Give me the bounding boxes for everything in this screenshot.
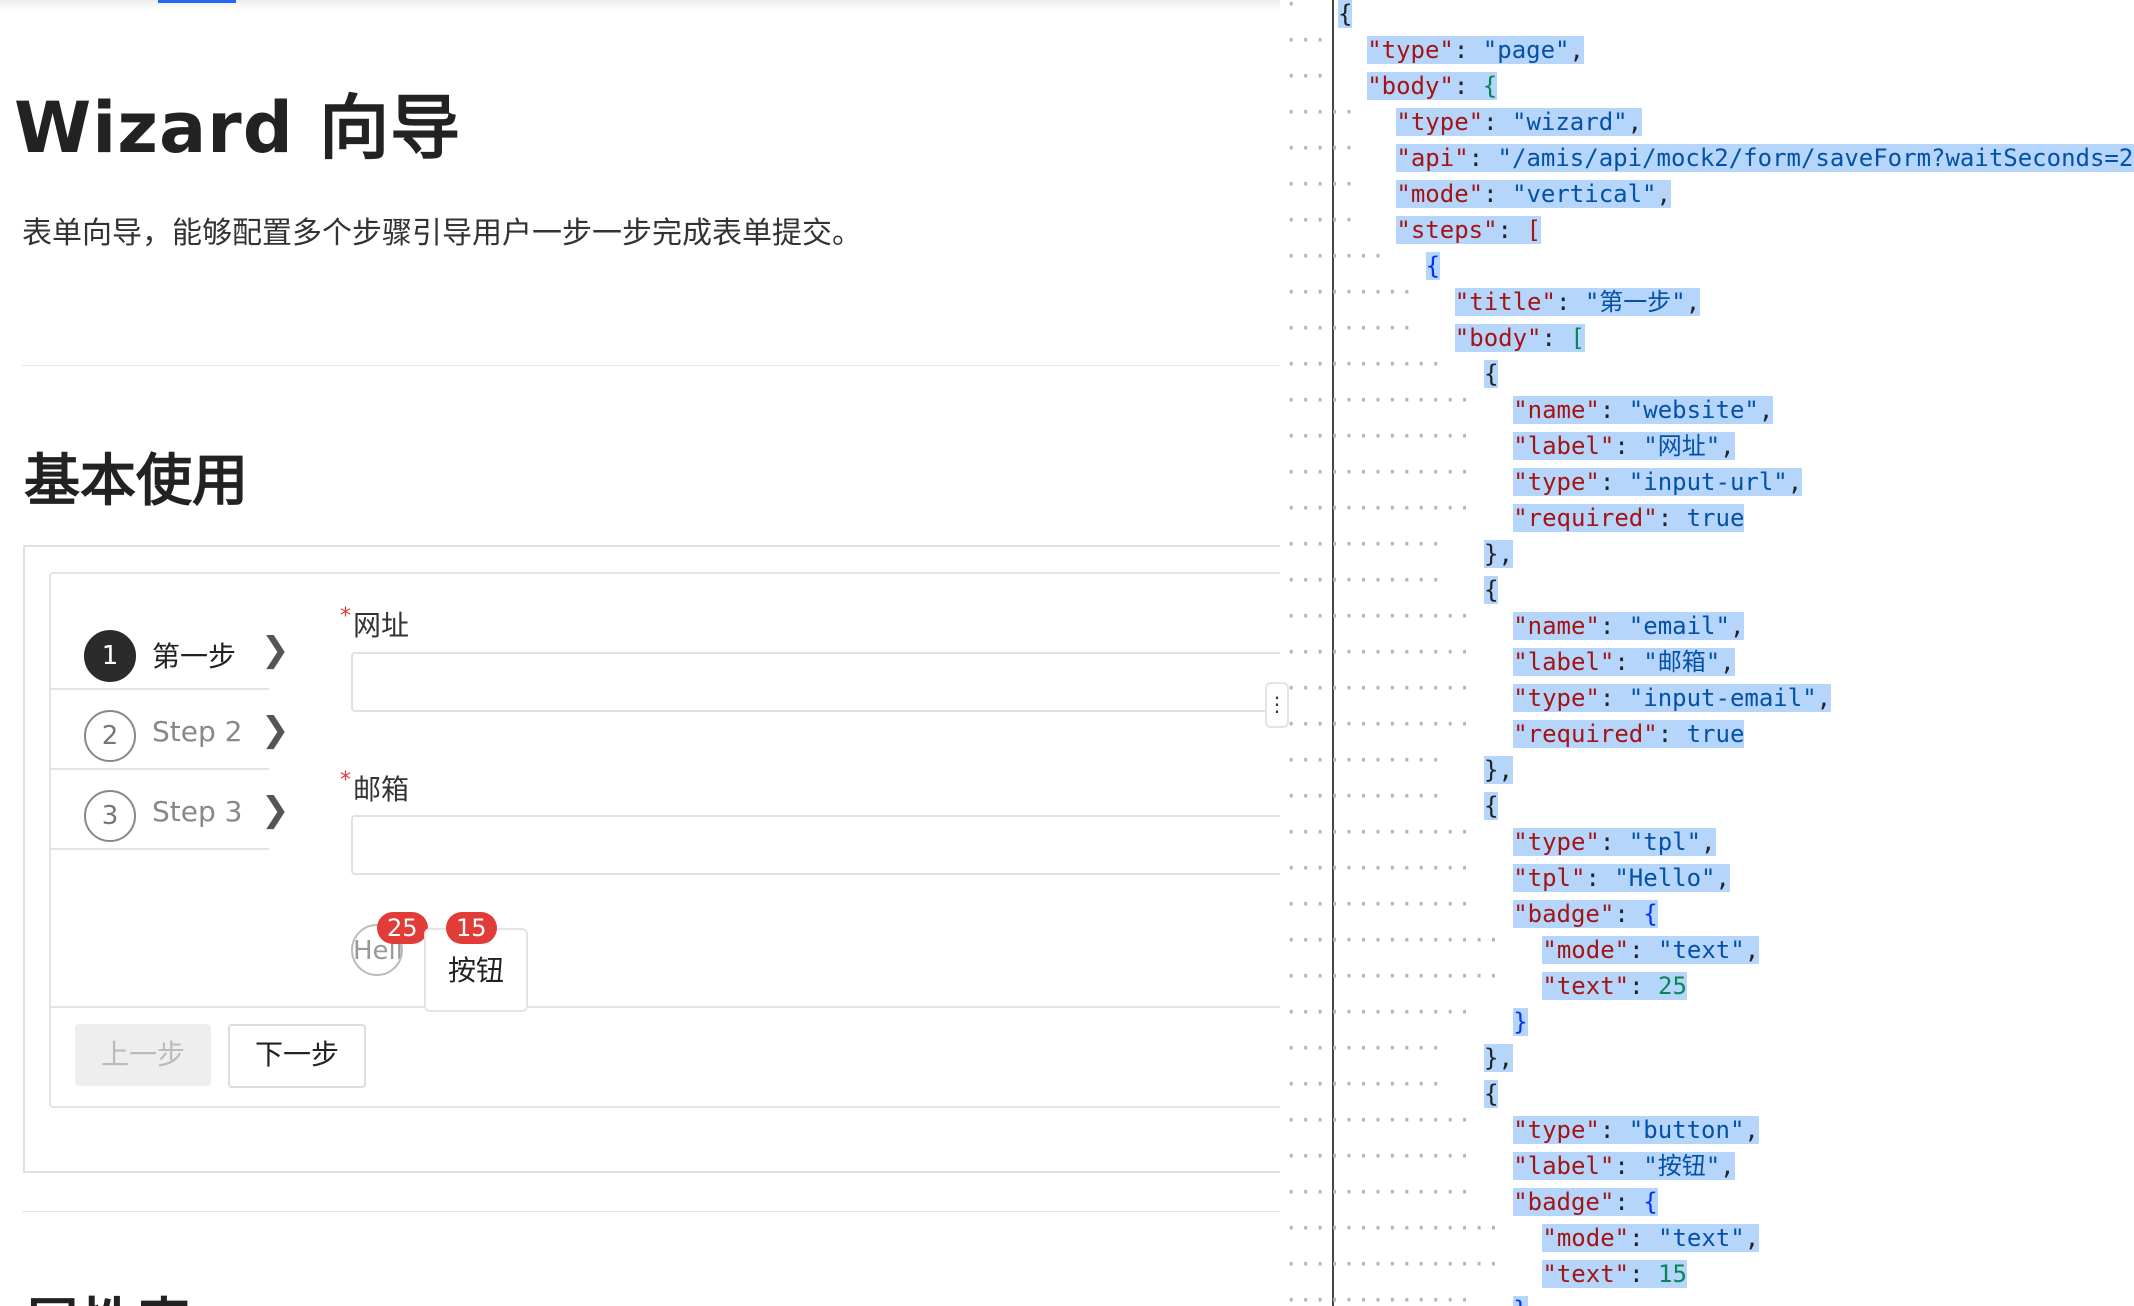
page-title: Wizard 向导 [14,87,462,169]
section-title: 基本使用 [24,449,248,514]
next-step-button[interactable]: 下一步 [228,1024,366,1088]
code-line: ····· "steps": [ [1284,206,1541,244]
code-line: ········· "title": "第一步", [1284,278,1701,316]
code-line: ············· "label": "网址", [1284,422,1735,460]
code-line: ··············· "text": 15 [1284,1250,1687,1288]
hello-badge: 25 [377,912,428,944]
code-line: ········· "body": [ [1284,314,1585,352]
wizard-step-1[interactable]: 1 第一步 ❯ [51,610,290,690]
page-description: 表单向导，能够配置多个步骤引导用户一步一步完成表单提交。 [22,216,862,251]
code-line: ···········}, [1284,746,1513,784]
code-line: ··············· "mode": "text", [1284,1214,1760,1252]
code-line: ············· "name": "website", [1284,386,1774,424]
code-line: ············· "required": true [1284,710,1745,748]
code-line: ··············· "mode": "text", [1284,926,1760,964]
code-editor[interactable]: ·{··· "type": "page", ··· "body": {····· "ty… [1280,0,2134,1306]
code-line: ·············} [1280,1282,1528,1306]
code-line: ············· "type": "button", [1284,1106,1759,1144]
active-nav-indicator [158,0,236,3]
step-label: Step 2 [152,715,243,748]
wizard-step-2[interactable]: 2 Step 2 ❯ [51,690,290,770]
code-line: ············· "badge": { [1284,1178,1658,1216]
step-number: 1 [84,630,136,682]
code-line: ···········}, [1284,1034,1513,1072]
pane-resize-handle[interactable]: ⋮ [1265,682,1289,728]
required-marker: * [340,768,351,793]
step-label: Step 3 [152,795,243,828]
code-line: ···········{ [1284,350,1499,388]
code-line: ···········{ [1284,1070,1499,1108]
code-line: ···········}, [1284,530,1513,568]
code-line: ·············} [1284,998,1528,1036]
website-input[interactable] [351,652,1280,712]
divider [22,365,1280,366]
email-label: *邮箱 [340,768,410,806]
website-label: *网址 [340,604,410,642]
step-number: 3 [84,790,136,842]
divider [22,1211,1280,1212]
code-line: ············· "type": "input-url", [1284,458,1803,496]
code-line: ············· "type": "input-email", [1284,674,1832,712]
prev-step-button[interactable]: 上一步 [75,1024,211,1086]
code-line: ············· "tpl": "Hello", [1284,854,1730,892]
code-line: ····· "api": "/amis/api/mock2/form/saveFo… [1280,130,2134,172]
code-line: ············· "type": "tpl", [1284,818,1716,856]
chevron-right-icon: ❯ [261,790,290,830]
code-line: ·{ [1284,0,1353,28]
wizard-footer-divider [51,1006,1280,1008]
code-line: ···········{ [1284,782,1499,820]
code-line: ··············· "text": 25 [1284,962,1687,1000]
code-line: ············· "label": "邮箱", [1284,638,1735,676]
step-label: 第一步 [152,640,237,673]
required-marker: * [340,604,351,629]
email-input[interactable] [351,815,1280,875]
code-line: ············· "name": "email", [1284,602,1745,640]
code-line: ············· "required": true [1284,494,1745,532]
next-section-title: 属性表 [24,1280,192,1306]
code-line: ·······{ [1284,242,1441,280]
button-badge: 15 [446,912,497,944]
wizard-step-3[interactable]: 3 Step 3 ❯ [51,770,290,850]
step-number: 2 [84,710,136,762]
code-line: ··· "type": "page", [1284,26,1584,64]
code-line: ···········{ [1284,566,1499,604]
docs-preview-pane: Wizard 向导 表单向导，能够配置多个步骤引导用户一步一步完成表单提交。 基… [0,0,1280,1306]
code-line: ····· "mode": "vertical", [1284,170,1671,208]
code-line: ····· "type": "wizard", [1284,98,1643,136]
chevron-right-icon: ❯ [261,630,290,670]
code-line: ············· "label": "按钮", [1284,1142,1735,1180]
chevron-right-icon: ❯ [261,710,290,750]
code-line: ············· "badge": { [1284,890,1658,928]
code-line: ··· "body": { [1284,62,1498,100]
